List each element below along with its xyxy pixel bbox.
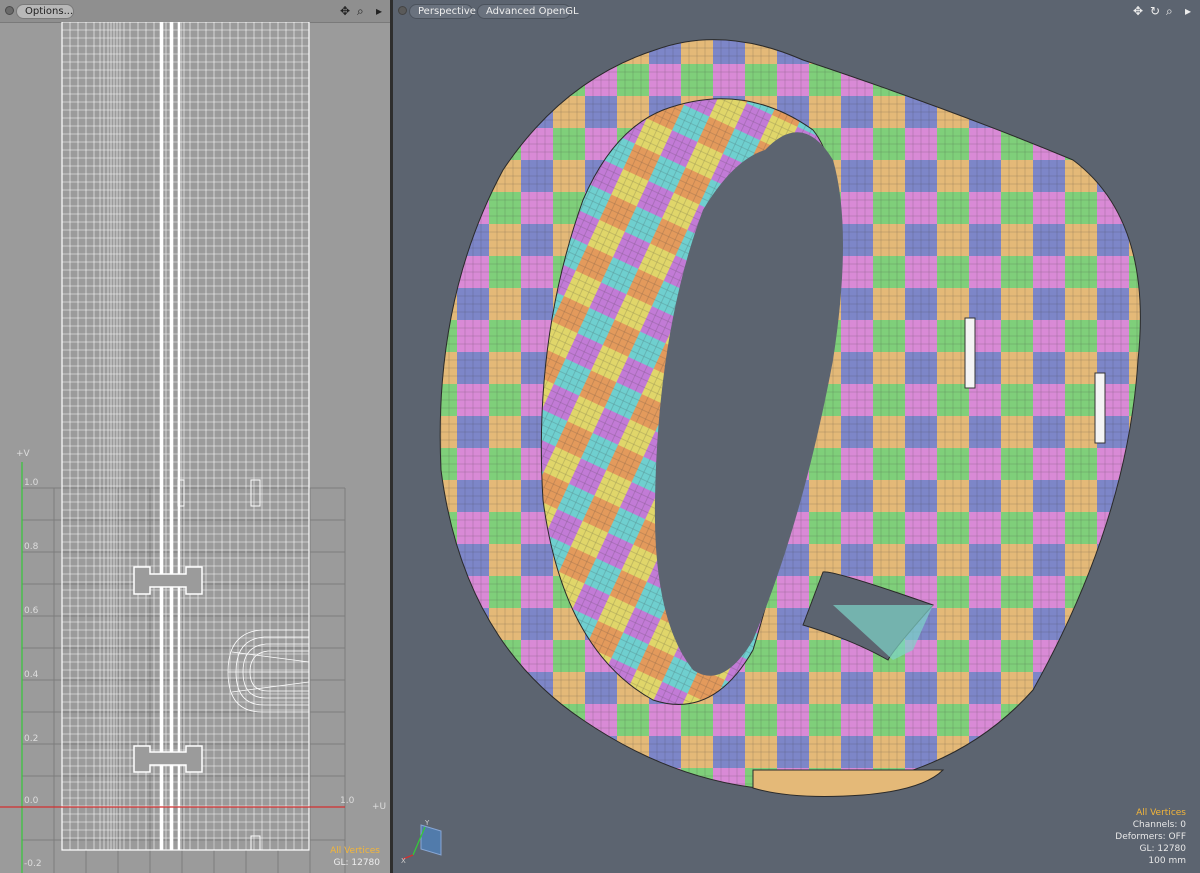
- v-tick-0-2: 0.2: [24, 734, 39, 744]
- viewport-status-scale: 100 mm: [1148, 856, 1186, 866]
- v-tick-neg-0-2: -0.2: [24, 859, 42, 869]
- viewport-status-block: All Vertices Channels: 0 Deformers: OFF …: [1115, 807, 1186, 867]
- uv-wire-horizontal: [62, 29, 309, 839]
- svg-text:X: X: [401, 857, 406, 863]
- expand-arrow-icon[interactable]: ▸: [376, 4, 382, 18]
- uv-hole-island: [227, 629, 310, 713]
- uv-status-gl: GL: 12780: [333, 858, 380, 868]
- bracelet-model[interactable]: [393, 0, 1200, 873]
- viewport-status-channels: Channels: 0: [1132, 820, 1186, 830]
- u-axis-label: +U: [372, 802, 387, 812]
- panel-menu-button[interactable]: [5, 6, 14, 15]
- side-pin-right: [1094, 372, 1106, 444]
- v-tick-0-4: 0.4: [24, 670, 39, 680]
- v-tick-0-0: 0.0: [24, 796, 39, 806]
- uv-canvas[interactable]: +V 1.0 0.8 0.6 0.4 0.2 0.0 -0.2 1.0 +U A…: [0, 21, 390, 873]
- viewport-status-deformers: Deformers: OFF: [1115, 832, 1186, 842]
- options-button[interactable]: Options...: [16, 4, 74, 19]
- clasp-tab: [752, 769, 945, 797]
- viewport-status-gl: GL: 12780: [1139, 844, 1186, 854]
- uv-layout-svg: [0, 21, 346, 873]
- zoom-icon[interactable]: ⌕: [357, 4, 364, 18]
- uv-grid-lines: [22, 487, 346, 873]
- move-icon[interactable]: ✥: [340, 4, 350, 18]
- uv-panel-header: Options... ✥ ⌕ ▸: [0, 0, 390, 23]
- modeling-app-window: Options... ✥ ⌕ ▸ +V 1.0 0.8 0.6 0.4 0.2 …: [0, 0, 1200, 873]
- side-pin-left: [964, 317, 976, 389]
- perspective-viewport[interactable]: Perspective Advanced OpenGL ✥ ↻ ⌕ ▸ Y X …: [393, 0, 1200, 873]
- uv-status-mode: All Vertices: [330, 846, 380, 856]
- v-tick-0-8: 0.8: [24, 542, 39, 552]
- axis-orientation-gizmo: Y X: [401, 819, 442, 863]
- v-tick-0-6: 0.6: [24, 606, 39, 616]
- uv-editor-panel[interactable]: Options... ✥ ⌕ ▸ +V 1.0 0.8 0.6 0.4 0.2 …: [0, 0, 390, 873]
- v-tick-1-0: 1.0: [24, 478, 39, 488]
- v-axis-label: +V: [16, 449, 30, 459]
- svg-text:Y: Y: [424, 819, 430, 827]
- u-tick-1-0: 1.0: [340, 796, 355, 806]
- viewport-status-mode: All Vertices: [1136, 808, 1186, 818]
